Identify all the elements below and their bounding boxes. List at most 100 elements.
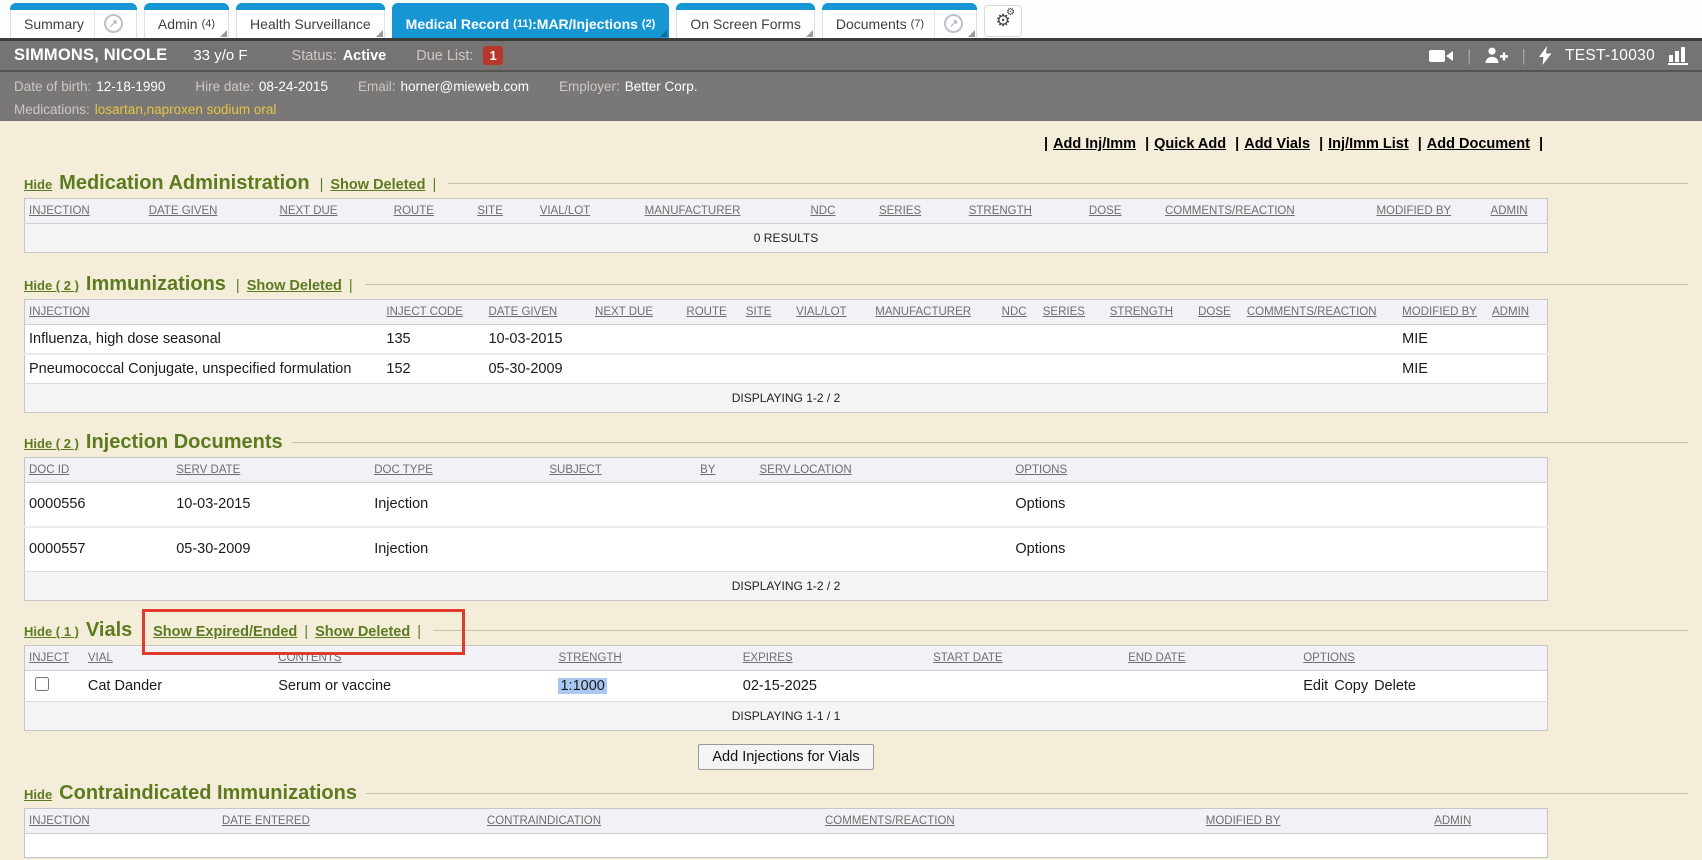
column-header[interactable]: OPTIONS <box>1011 458 1547 483</box>
paging-row: DISPLAYING 1-1 / 1 <box>25 702 1548 731</box>
column-header[interactable]: CONTENTS <box>274 646 554 671</box>
hide-link[interactable]: Hide ( 2 ) <box>24 436 79 451</box>
add-injections-for-vials-button[interactable]: Add Injections for Vials <box>698 744 873 770</box>
column-header[interactable]: NEXT DUE <box>591 300 682 325</box>
column-header[interactable]: ROUTE <box>390 199 474 224</box>
column-header[interactable]: SITE <box>742 300 792 325</box>
tab-label-suffix: :MAR/Injections <box>532 16 638 32</box>
open-in-new-window-icon[interactable]: ↗ <box>94 11 123 37</box>
tab-on-screen-forms[interactable]: On Screen Forms <box>676 3 814 38</box>
column-header[interactable]: DOSE <box>1194 300 1243 325</box>
options-menu[interactable]: Options <box>1015 541 1065 557</box>
tab-medical-record[interactable]: Medical Record (11) :MAR/Injections (2) <box>392 3 670 38</box>
column-header[interactable]: NDC <box>806 199 874 224</box>
copy-link[interactable]: Copy <box>1334 678 1368 694</box>
inj-imm-list-link[interactable]: Inj/Imm List <box>1328 136 1409 152</box>
column-header[interactable]: INJECTION <box>25 199 145 224</box>
column-header[interactable]: NEXT DUE <box>276 199 390 224</box>
edit-link[interactable]: Edit <box>1303 678 1328 694</box>
column-header[interactable]: ADMIN <box>1488 300 1547 325</box>
column-header[interactable]: MANUFACTURER <box>641 199 807 224</box>
add-document-link[interactable]: Add Document <box>1427 136 1530 152</box>
settings-gear-button[interactable]: ⚙ ⚙ <box>984 5 1022 37</box>
section-contraindicated-immunizations: Hide Contraindicated Immunizations INJEC… <box>24 782 1688 858</box>
column-header[interactable]: INJECT <box>25 646 84 671</box>
vial-select-checkbox[interactable] <box>35 677 49 691</box>
tab-count: (7) <box>911 18 924 30</box>
divider <box>448 183 1688 184</box>
medication-link[interactable]: naproxen sodium oral <box>147 102 277 117</box>
column-header[interactable]: SITE <box>473 199 535 224</box>
hide-link[interactable]: Hide <box>24 177 52 192</box>
column-header[interactable]: DATE GIVEN <box>145 199 276 224</box>
column-header[interactable]: MANUFACTURER <box>871 300 997 325</box>
divider <box>366 793 1688 794</box>
open-in-new-window-icon[interactable]: ↗ <box>934 11 963 37</box>
column-header[interactable]: SERIES <box>875 199 965 224</box>
column-header[interactable]: STRENGTH <box>965 199 1085 224</box>
options-menu[interactable]: Options <box>1015 496 1065 512</box>
tab-summary[interactable]: Summary ↗ <box>10 3 137 38</box>
medication-administration-table: INJECTION DATE GIVEN NEXT DUE ROUTE SITE… <box>24 198 1548 253</box>
email-value: horner@mieweb.com <box>400 79 529 94</box>
column-header[interactable]: COMMENTS/REACTION <box>1161 199 1372 224</box>
column-header[interactable]: ADMIN <box>1487 199 1548 224</box>
tab-documents[interactable]: Documents (7) ↗ <box>822 3 977 38</box>
column-header[interactable]: DOSE <box>1085 199 1161 224</box>
table-row: 0000556 10-03-2015 Injection Options <box>25 483 1548 528</box>
show-expired-ended-link[interactable]: Show Expired/Ended <box>153 624 297 640</box>
status-label: Status: <box>292 48 337 64</box>
column-header[interactable]: ADMIN <box>1430 809 1547 834</box>
video-camera-icon[interactable] <box>1429 48 1454 64</box>
column-header[interactable]: START DATE <box>929 646 1124 671</box>
add-vials-link[interactable]: Add Vials <box>1244 136 1310 152</box>
quick-add-link[interactable]: Quick Add <box>1154 136 1226 152</box>
column-header[interactable]: SERV DATE <box>172 458 370 483</box>
tab-label: Summary <box>24 16 84 32</box>
column-header[interactable]: DATE GIVEN <box>484 300 591 325</box>
hide-link[interactable]: Hide ( 2 ) <box>24 278 79 293</box>
column-header[interactable]: MODIFIED BY <box>1202 809 1430 834</box>
column-header[interactable]: INJECTION <box>25 809 218 834</box>
column-header[interactable]: EXPIRES <box>739 646 929 671</box>
column-header[interactable]: VIAL/LOT <box>792 300 871 325</box>
column-header[interactable]: STRENGTH <box>1106 300 1194 325</box>
show-deleted-link[interactable]: Show Deleted <box>330 177 425 193</box>
hide-link[interactable]: Hide ( 1 ) <box>24 624 79 639</box>
add-person-icon[interactable] <box>1485 47 1509 64</box>
medication-link[interactable]: losartan <box>95 102 143 117</box>
hide-link[interactable]: Hide <box>24 787 52 802</box>
column-header[interactable]: SERIES <box>1039 300 1106 325</box>
column-header[interactable]: MODIFIED BY <box>1372 199 1486 224</box>
column-header[interactable]: DOC TYPE <box>370 458 545 483</box>
tab-admin[interactable]: Admin (4) <box>144 3 229 38</box>
separator: | <box>1418 136 1422 152</box>
bar-chart-icon[interactable] <box>1668 47 1688 65</box>
column-header[interactable]: MODIFIED BY <box>1398 300 1488 325</box>
column-header[interactable]: OPTIONS <box>1299 646 1547 671</box>
column-header[interactable]: VIAL/LOT <box>536 199 641 224</box>
serv-date-cell: 05-30-2009 <box>172 527 370 572</box>
add-inj-imm-link[interactable]: Add Inj/Imm <box>1053 136 1136 152</box>
column-header[interactable]: CONTRAINDICATION <box>483 809 821 834</box>
column-header[interactable]: INJECT CODE <box>382 300 484 325</box>
column-header[interactable]: SUBJECT <box>545 458 696 483</box>
column-header[interactable]: INJECTION <box>25 300 383 325</box>
column-header[interactable]: STRENGTH <box>554 646 738 671</box>
show-deleted-link[interactable]: Show Deleted <box>247 278 342 294</box>
column-header[interactable]: COMMENTS/REACTION <box>1243 300 1398 325</box>
delete-link[interactable]: Delete <box>1374 678 1416 694</box>
column-header[interactable]: ROUTE <box>682 300 741 325</box>
lightning-icon[interactable] <box>1539 46 1552 65</box>
due-list-badge[interactable]: 1 <box>483 46 502 65</box>
column-header[interactable]: BY <box>696 458 755 483</box>
column-header[interactable]: VIAL <box>84 646 274 671</box>
column-header[interactable]: DATE ENTERED <box>218 809 483 834</box>
column-header[interactable]: COMMENTS/REACTION <box>821 809 1202 834</box>
column-header[interactable]: DOC ID <box>25 458 173 483</box>
tab-health-surveillance[interactable]: Health Surveillance <box>236 3 385 38</box>
column-header[interactable]: SERV LOCATION <box>756 458 1012 483</box>
show-deleted-link[interactable]: Show Deleted <box>315 624 410 640</box>
column-header[interactable]: END DATE <box>1124 646 1299 671</box>
column-header[interactable]: NDC <box>998 300 1039 325</box>
